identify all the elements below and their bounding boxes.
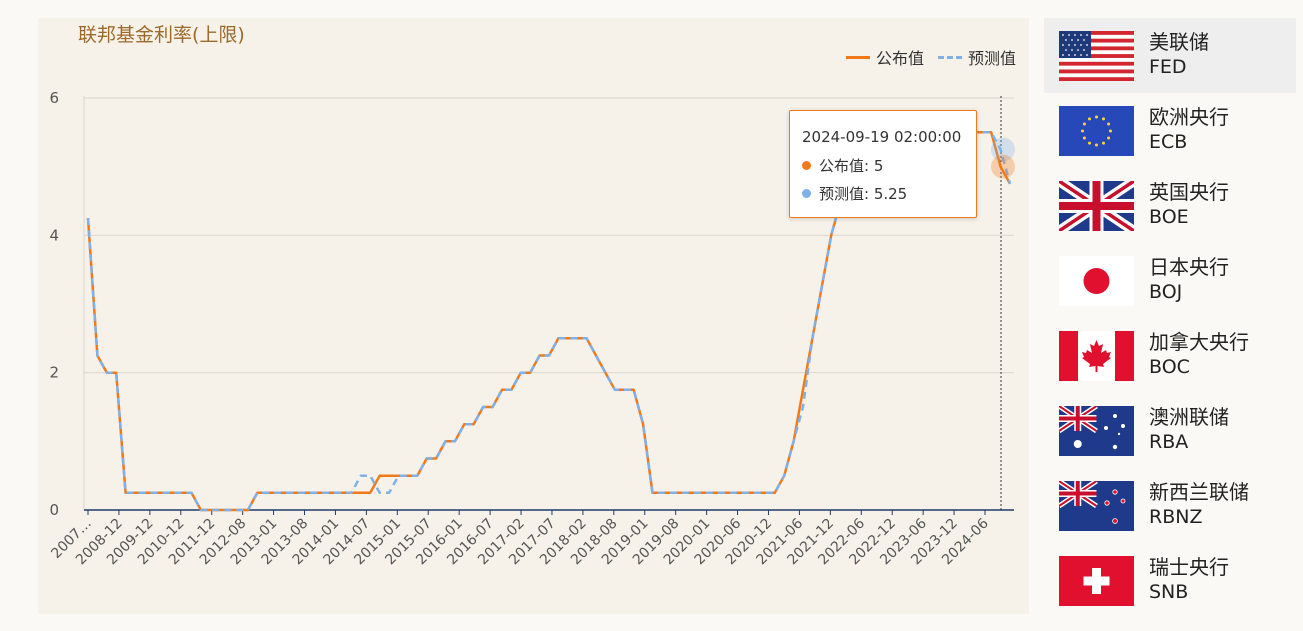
tooltip-forecast-value: 预测值: 5.25 bbox=[819, 185, 908, 203]
uk-flag-icon bbox=[1059, 181, 1134, 231]
legend-line-icon bbox=[845, 55, 870, 59]
bank-name: 英国央行 bbox=[1149, 180, 1229, 204]
legend-item-forecast[interactable]: 预测值 bbox=[937, 45, 1016, 69]
canada-flag-icon bbox=[1059, 331, 1134, 381]
bank-code: SNB bbox=[1149, 581, 1189, 603]
bank-item-snb[interactable]: 瑞士央行 SNB bbox=[1044, 543, 1296, 618]
chart-legend: 公布值 预测值 bbox=[845, 45, 1016, 69]
tooltip-actual-value: 公布值: 5 bbox=[819, 157, 884, 175]
bank-code: RBA bbox=[1149, 431, 1189, 453]
chart-title: 联邦基金利率(上限) bbox=[78, 24, 245, 46]
bank-name: 欧洲央行 bbox=[1149, 105, 1229, 129]
y-tick-label: 0 bbox=[49, 501, 59, 519]
bank-item-ecb[interactable]: 欧洲央行 ECB bbox=[1044, 93, 1296, 168]
bank-code: BOE bbox=[1149, 206, 1189, 228]
new-zealand-flag-icon bbox=[1059, 481, 1134, 531]
central-bank-list: 美联储 FED 欧洲央行 ECB 英国央行 BOE 日本央行 BOJ 加拿大央行… bbox=[1044, 18, 1296, 618]
bank-name: 美联储 bbox=[1149, 30, 1209, 54]
y-tick-label: 6 bbox=[49, 89, 59, 107]
page-frame: 0 2 4 6 2007… 2008-12 2009-12 2010-12 2011-12 201… bbox=[0, 0, 1303, 631]
tooltip-time: 2024-09-19 02:00:00 bbox=[802, 128, 962, 146]
bank-code: BOJ bbox=[1149, 281, 1183, 303]
bank-code: RBNZ bbox=[1149, 506, 1203, 528]
chart-tooltip: 2024-09-19 02:00:00 公布值: 5 预测值: 5.25 bbox=[789, 110, 977, 218]
bank-item-fed[interactable]: 美联储 FED bbox=[1044, 18, 1296, 93]
rate-line-chart: 02462007…2008-122009-122010-122011-12201… bbox=[48, 89, 1015, 568]
tooltip-row-forecast: 预测值: 5.25 bbox=[802, 183, 907, 204]
japan-flag-icon bbox=[1059, 256, 1134, 306]
bank-code: ECB bbox=[1149, 131, 1188, 153]
bank-name: 瑞士央行 bbox=[1149, 555, 1229, 579]
bank-name: 加拿大央行 bbox=[1149, 330, 1249, 354]
bank-item-rbnz[interactable]: 新西兰联储 RBNZ bbox=[1044, 468, 1296, 543]
swiss-flag-icon bbox=[1059, 556, 1134, 606]
legend-label-actual: 公布值 bbox=[875, 49, 924, 68]
y-tick-label: 4 bbox=[49, 226, 59, 244]
bank-code: BOC bbox=[1149, 356, 1190, 378]
bank-name: 日本央行 bbox=[1149, 255, 1229, 279]
eu-flag-icon bbox=[1059, 106, 1134, 156]
bank-code: FED bbox=[1149, 56, 1187, 78]
tooltip-row-actual: 公布值: 5 bbox=[802, 155, 883, 176]
us-flag-icon bbox=[1059, 31, 1134, 81]
bank-item-rba[interactable]: 澳洲联储 RBA bbox=[1044, 393, 1296, 468]
australia-flag-icon bbox=[1059, 406, 1134, 456]
tooltip-dot-icon bbox=[802, 161, 811, 170]
tooltip-dot-icon bbox=[802, 189, 811, 198]
legend-label-forecast: 预测值 bbox=[967, 49, 1016, 68]
bank-name: 澳洲联储 bbox=[1149, 405, 1229, 429]
bank-item-boc[interactable]: 加拿大央行 BOC bbox=[1044, 318, 1296, 393]
hover-marker-actual bbox=[991, 154, 1015, 179]
bank-item-boj[interactable]: 日本央行 BOJ bbox=[1044, 243, 1296, 318]
y-tick-label: 2 bbox=[49, 364, 59, 382]
bank-item-boe[interactable]: 英国央行 BOE bbox=[1044, 168, 1296, 243]
bank-name: 新西兰联储 bbox=[1149, 480, 1249, 504]
legend-dash-icon bbox=[937, 55, 962, 59]
legend-item-actual[interactable]: 公布值 bbox=[845, 45, 924, 69]
